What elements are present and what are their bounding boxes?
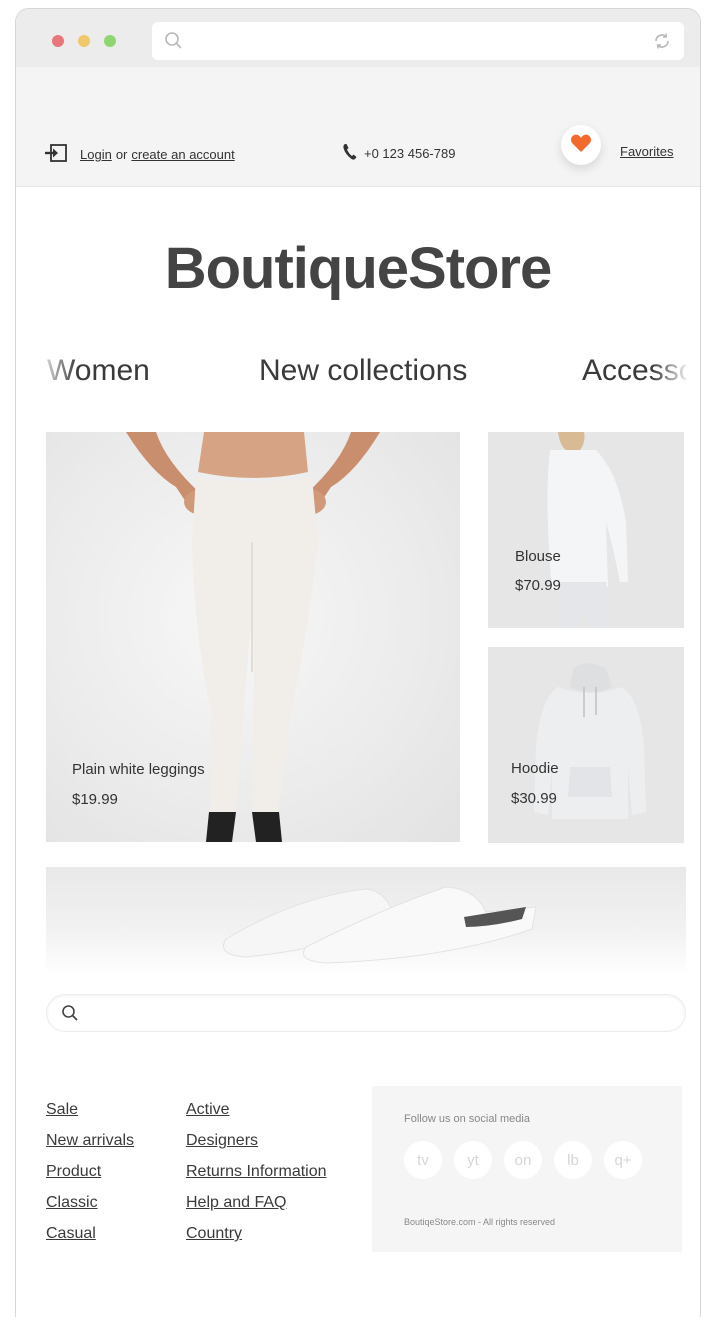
favorites-link[interactable]: Favorites [620, 144, 673, 159]
login-area: Login or create an account [44, 143, 235, 166]
site-search [46, 994, 686, 1032]
nav-item-accessories[interactable]: Accessories [582, 354, 686, 388]
social-button-lb[interactable]: lb [554, 1141, 592, 1179]
heart-icon [570, 133, 592, 158]
product-name: Hoodie [511, 760, 559, 777]
footer-link-help-faq[interactable]: Help and FAQ [186, 1187, 327, 1218]
product-price: $30.99 [511, 790, 557, 807]
social-buttons: tv yt on lb q+ [404, 1141, 642, 1179]
address-bar[interactable] [152, 22, 684, 60]
product-name: Plain white leggings [72, 761, 205, 778]
promo-banner[interactable] [46, 867, 686, 975]
login-icon[interactable] [44, 143, 68, 166]
search-icon [164, 31, 184, 56]
browser-window: Login or create an account +0 123 456-78… [15, 8, 701, 1317]
social-panel: Follow us on social media tv yt on lb q+… [372, 1086, 682, 1252]
shoes-image [223, 886, 537, 964]
social-button-on[interactable]: on [504, 1141, 542, 1179]
copyright-text: BoutiqeStore.com - All rights reserved [404, 1217, 556, 1227]
blouse-image [547, 432, 628, 628]
login-link[interactable]: Login [80, 147, 112, 162]
minimize-window-button[interactable] [78, 35, 90, 47]
or-label: or [115, 147, 128, 162]
nav-item-women[interactable]: Women [47, 354, 150, 388]
social-button-yt[interactable]: yt [454, 1141, 492, 1179]
phone-icon [342, 143, 358, 164]
create-account-link[interactable]: create an account [131, 147, 234, 162]
phone-number: +0 123 456-789 [364, 146, 456, 161]
product-card-hoodie[interactable]: Hoodie $30.99 [488, 647, 684, 843]
leggings-image [126, 432, 380, 842]
footer-link-active[interactable]: Active [186, 1094, 327, 1125]
footer-link-new-arrivals[interactable]: New arrivals [46, 1125, 134, 1156]
maximize-window-button[interactable] [104, 35, 116, 47]
browser-toolbar [16, 9, 700, 67]
phone-contact[interactable]: +0 123 456-789 [342, 143, 455, 164]
hoodie-image [534, 663, 646, 819]
footer-link-country[interactable]: Country [186, 1218, 327, 1249]
footer-links-col1: Sale New arrivals Product Classic Casual [46, 1094, 134, 1249]
search-input[interactable] [87, 1001, 667, 1025]
footer-link-returns[interactable]: Returns Information [186, 1156, 327, 1187]
reload-icon[interactable] [652, 31, 672, 56]
search-icon[interactable] [61, 1004, 79, 1027]
category-nav: Women New collections Accessories [16, 354, 700, 394]
nav-item-new-collections[interactable]: New collections [259, 354, 467, 388]
product-price: $19.99 [72, 791, 118, 808]
product-name: Blouse [515, 548, 561, 565]
product-card-blouse[interactable]: Blouse $70.99 [488, 432, 684, 628]
store-logo[interactable]: BoutiqueStore [16, 235, 700, 302]
social-button-gplus[interactable]: q+ [604, 1141, 642, 1179]
utility-bar: Login or create an account +0 123 456-78… [16, 67, 700, 187]
product-price: $70.99 [515, 577, 561, 594]
close-window-button[interactable] [52, 35, 64, 47]
footer-link-product[interactable]: Product [46, 1156, 134, 1187]
footer-link-classic[interactable]: Classic [46, 1187, 134, 1218]
footer-links-col2: Active Designers Returns Information Hel… [186, 1094, 327, 1249]
product-card-leggings[interactable]: Plain white leggings $19.99 [46, 432, 460, 842]
favorites-button[interactable] [561, 125, 601, 165]
social-title: Follow us on social media [404, 1113, 530, 1125]
social-button-tv[interactable]: tv [404, 1141, 442, 1179]
footer-link-sale[interactable]: Sale [46, 1094, 134, 1125]
footer-link-designers[interactable]: Designers [186, 1125, 327, 1156]
footer-link-casual[interactable]: Casual [46, 1218, 134, 1249]
